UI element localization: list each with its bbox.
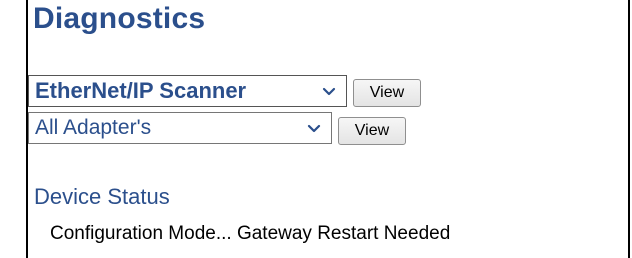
chevron-down-icon: [322, 87, 336, 96]
scanner-select-value: EtherNet/IP Scanner: [35, 78, 247, 103]
scanner-type-select[interactable]: EtherNet/IP Scanner: [28, 75, 347, 107]
adapter-select[interactable]: All Adapter's: [28, 112, 332, 144]
adapter-select-value: All Adapter's: [35, 116, 152, 139]
diagnostics-panel: Diagnostics EtherNet/IP Scanner View All…: [26, 0, 630, 258]
chevron-down-icon: [307, 124, 321, 133]
device-status-message: Configuration Mode... Gateway Restart Ne…: [50, 223, 451, 244]
view-adapter-button[interactable]: View: [338, 117, 406, 145]
view-scanner-button[interactable]: View: [353, 79, 421, 107]
page-title: Diagnostics: [33, 2, 206, 35]
device-status-heading: Device Status: [34, 184, 170, 209]
